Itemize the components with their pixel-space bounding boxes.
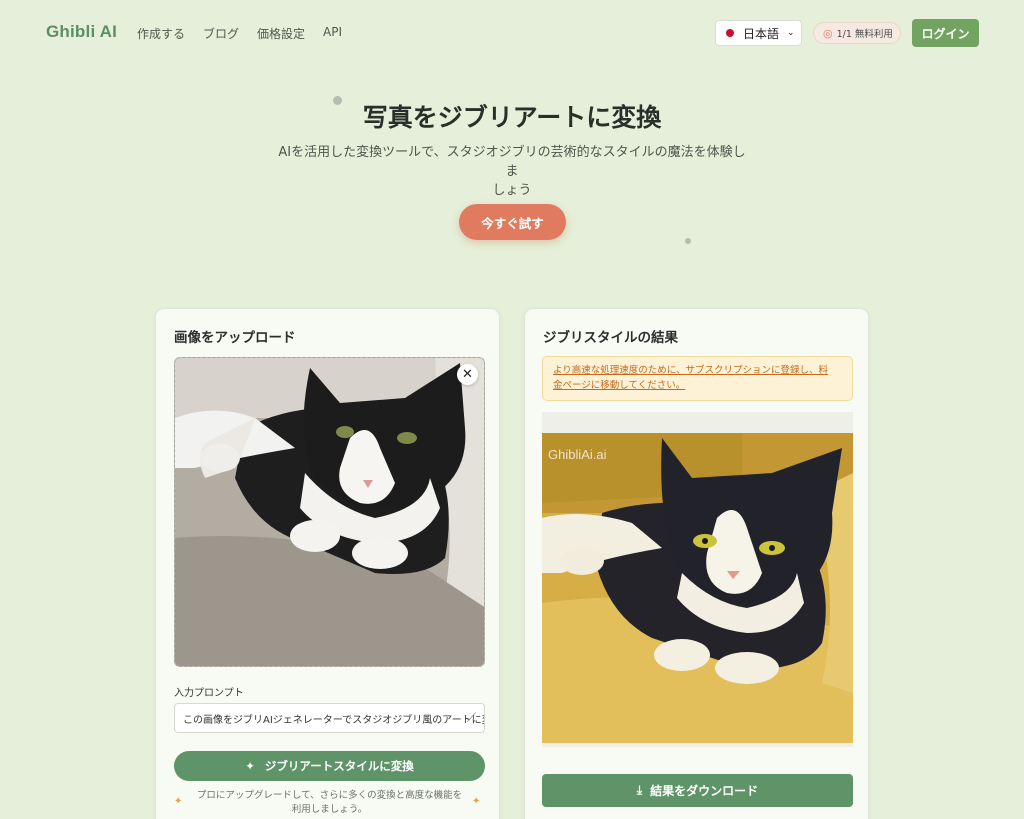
free-usage-badge: ◎ 1/1 無料利用 xyxy=(813,22,901,44)
result-card-title: ジブリスタイルの結果 xyxy=(543,330,678,346)
coin-icon: ◎ xyxy=(823,26,833,40)
upload-card: 画像をアップロード ✕ 入力プロンプト この画像をジブリAIジェネレーターでスタ… xyxy=(155,308,500,819)
prompt-input-value: この画像をジブリAIジェネレーターでスタジオジブリ風のアートに変換してください xyxy=(183,714,484,726)
hero-title: 写真をジブリアートに変換 xyxy=(362,103,662,132)
result-image-frame: GhibliAi.ai xyxy=(542,412,853,747)
logo[interactable]: Ghibli AI xyxy=(46,22,117,42)
upgrade-hint-line1: プロにアップグレードして、さらに多くの変換と高度な機能を xyxy=(196,790,463,801)
login-button[interactable]: ログイン xyxy=(912,19,979,47)
japan-flag-icon xyxy=(726,29,734,37)
convert-button-label: ジブリアートスタイルに変換 xyxy=(264,759,414,773)
result-image: GhibliAi.ai xyxy=(542,433,853,743)
prompt-input[interactable]: この画像をジブリAIジェネレーターでスタジオジブリ風のアートに変換してください … xyxy=(174,703,485,733)
upload-card-title: 画像をアップロード xyxy=(174,330,296,346)
nav-link-api[interactable]: API xyxy=(323,25,342,42)
hero-subtitle-line1: AIを活用した変換ツールで、スタジオジブリの芸術的なスタイルの魔法を体験しま xyxy=(278,145,746,179)
cat-photo xyxy=(175,358,484,666)
nav-link-pricing[interactable]: 価格設定 xyxy=(257,25,305,42)
top-nav: Ghibli AI 作成する ブログ 価格設定 API 日本語 ⌄ ◎ 1/1 … xyxy=(0,0,1024,64)
notice-line2: 金ページに移動してください。 xyxy=(553,380,686,391)
download-button[interactable]: ⤓ 結果をダウンロード xyxy=(542,774,853,807)
upgrade-hint-line2: 利用しましょう。 xyxy=(291,804,368,815)
sparkle-icon: ✦ xyxy=(472,796,481,807)
result-card: ジブリスタイルの結果 より高速な処理速度のために、サブスクリプションに登録し、料… xyxy=(524,308,869,819)
magic-wand-icon[interactable]: ⟋ xyxy=(467,711,476,726)
nav-link-create[interactable]: 作成する xyxy=(137,25,185,42)
language-select[interactable]: 日本語 ⌄ xyxy=(715,20,802,46)
convert-button[interactable]: ✦ ジブリアートスタイルに変換 xyxy=(174,751,485,781)
prompt-label: 入力プロンプト xyxy=(174,688,244,699)
decorative-dot xyxy=(685,238,691,244)
free-usage-label: 1/1 無料利用 xyxy=(836,29,893,40)
chevron-down-icon: ⌄ xyxy=(787,28,795,38)
try-now-button[interactable]: 今すぐ試す xyxy=(459,204,566,240)
notice-line1: より高速な処理速度のために、サブスクリプションに登録し、料 xyxy=(553,365,829,376)
ghibli-cat-image xyxy=(542,433,853,743)
upgrade-hint: プロにアップグレードして、さらに多くの変換と高度な機能を 利用しましょう。 xyxy=(174,789,485,817)
hero-subtitle: AIを活用した変換ツールで、スタジオジブリの芸術的なスタイルの魔法を体験しま し… xyxy=(272,143,752,200)
language-label: 日本語 xyxy=(743,26,780,41)
subscription-notice[interactable]: より高速な処理速度のために、サブスクリプションに登録し、料 金ページに移動してく… xyxy=(542,356,853,401)
download-icon: ⤓ xyxy=(636,783,643,797)
nav-link-blog[interactable]: ブログ xyxy=(203,25,239,42)
sparkle-icon: ✦ xyxy=(245,759,255,773)
uploaded-image[interactable]: ✕ xyxy=(174,357,485,667)
nav-links: 作成する ブログ 価格設定 API xyxy=(137,25,342,42)
download-button-label: 結果をダウンロード xyxy=(650,784,759,798)
watermark: GhibliAi.ai xyxy=(548,447,607,462)
hero-subtitle-line2: しょう xyxy=(492,183,532,198)
remove-image-button[interactable]: ✕ xyxy=(457,364,478,385)
